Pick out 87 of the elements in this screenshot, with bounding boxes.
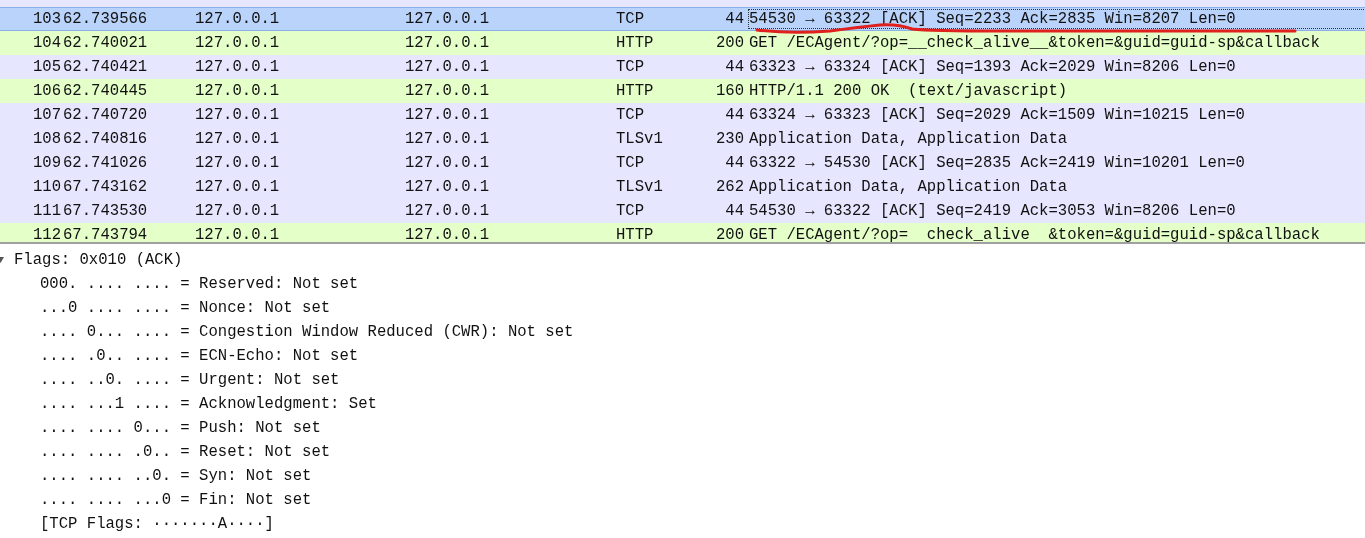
table-cell-text: 62.740021 (62, 34, 149, 52)
tree-item[interactable]: .... .... ..0. = Syn: Not set (0, 464, 1365, 488)
table-cell-text: 44 (724, 58, 745, 76)
table-cell-text: 62.741026 (62, 154, 149, 172)
packet-row[interactable]: 10462.740021 127.0.0.1 127.0.0.1 HTTP 200 GET /ECAgent/?op=__check_alive__&token=&guid=guid-sp&callback (0, 31, 1365, 55)
table-cell-text: 54530 → 63322 [ACK] Seq=2419 Ack=3053 Win=8206 Len=0 (749, 202, 1237, 220)
table-cell-text: 44 (724, 10, 745, 28)
tree-item[interactable]: .... .... .0.. = Reset: Not set (0, 440, 1365, 464)
tree-item[interactable]: .... .... 0... = Push: Not set (0, 416, 1365, 440)
table-cell-text: 160 (714, 82, 745, 100)
packet-row[interactable]: 106 62.740445 127.0.0.1 127.0.0.1 HTTP 160 HTTP/1.1 200 OK (text/javascript) (0, 79, 1365, 103)
table-cell-text: HTTP (616, 82, 655, 100)
packet-row[interactable]: 103 62.739566 127.0.0.1 127.0.0.1 TCP 44 54530 → 63322 [ACK] Seq=2233 Ack=2835 Win=8207 Len=0 (0, 7, 1365, 31)
tree-item[interactable]: .... .0.. .... = ECN-Echo: Not set (0, 344, 1365, 368)
table-cell-text: 62.740421 (62, 58, 149, 76)
table-cell-text: 67.743794 (62, 226, 149, 242)
table-cell-text: 63323 → 63324 [ACK] Seq=1393 Ack=2029 Win=8206 Len=0 (749, 58, 1237, 76)
table-cell-text: TCP (616, 202, 646, 220)
table-cell-text: 127.0.0.1 (195, 10, 281, 28)
table-cell-text: 44 (724, 202, 745, 220)
table-cell-text: 127.0.0.1 (195, 226, 281, 242)
table-cell-text: 104 (31, 34, 62, 52)
table-cell-text: 67.743530 (62, 202, 149, 220)
table-cell-text: 127.0.0.1 (405, 34, 491, 52)
table-cell-text: 62.740445 (62, 82, 149, 100)
table-cell-text: 103 (31, 10, 62, 28)
table-cell-text: 63324 → 63323 [ACK] Seq=2029 Ack=1509 Win=10215 Len=0 (749, 106, 1246, 124)
tree-item[interactable]: ...0 .... .... = Nonce: Not set (0, 296, 1365, 320)
tree-item[interactable]: [TCP Flags: ·······A····] (0, 512, 1365, 536)
tree-item[interactable]: .... ..0. .... = Urgent: Not set (0, 368, 1365, 392)
table-cell-text: 67.743162 (62, 178, 149, 196)
table-cell-text: 44 (724, 106, 745, 124)
table-cell-text: 127.0.0.1 (195, 106, 281, 124)
table-cell-text: GET /ECAgent/?op= check_alive &token=&guid=guid-sp&callback (749, 226, 1321, 242)
table-cell-text: TLSv1 (616, 130, 664, 148)
table-cell-text: 127.0.0.1 (405, 10, 491, 28)
tree-item[interactable]: .... ...1 .... = Acknowledgment: Set (0, 392, 1365, 416)
table-cell-text: 230 (714, 130, 745, 148)
table-cell-text: 127.0.0.1 (405, 130, 491, 148)
tree-item[interactable]: .... .... ...0 = Fin: Not set (0, 488, 1365, 512)
table-cell-text: 127.0.0.1 (195, 178, 281, 196)
table-cell-text: TCP (616, 106, 646, 124)
tree-item[interactable]: 000. .... .... = Reserved: Not set (0, 272, 1365, 296)
table-cell-text: 127.0.0.1 (405, 178, 491, 196)
table-cell-text: 127.0.0.1 (195, 34, 281, 52)
table-cell-text: GET /ECAgent/?op=__check_alive__&token=&guid=guid-sp&callback (749, 34, 1321, 52)
table-cell-text: Application Data, Application Data (749, 178, 1069, 196)
table-cell-text: HTTP (616, 226, 655, 242)
table-cell-text: 62.740720 (62, 106, 149, 124)
table-cell-text: 112 (31, 226, 62, 242)
table-cell-text: 127.0.0.1 (195, 202, 281, 220)
table-cell-text: 62.740816 (62, 130, 149, 148)
table-cell-text: 127.0.0.1 (405, 82, 491, 100)
packet-row[interactable]: 112 67.743794 127.0.0.1 127.0.0.1 HTTP 200 GET /ECAgent/?op= check_alive &token=&guid=guid-sp&callback (0, 223, 1365, 242)
table-cell-text: 127.0.0.1 (195, 130, 281, 148)
table-cell-text: 200 (714, 34, 745, 52)
table-cell-text: 127.0.0.1 (405, 106, 491, 124)
table-cell-text: 127.0.0.1 (405, 58, 491, 76)
table-cell-text: 109 (31, 154, 62, 172)
table-cell-text: 108 (31, 130, 62, 148)
table-cell-text: 107 (31, 106, 62, 124)
table-cell-text: 200 (714, 226, 745, 242)
table-cell-text: 111 (31, 202, 62, 220)
table-cell-text: 105 (31, 58, 62, 76)
table-cell-text: 262 (714, 178, 745, 196)
table-cell-text: 44 (724, 154, 745, 172)
table-cell-text: 127.0.0.1 (405, 226, 491, 242)
tree-item[interactable]: Flags: 0x010 (ACK) (0, 248, 1365, 272)
tree-item[interactable]: .... 0... .... = Congestion Window Reduced (CWR): Not set (0, 320, 1365, 344)
tree-label: Flags: 0x010 (ACK) (14, 251, 183, 269)
table-cell-text: TCP (616, 58, 646, 76)
table-cell-text: 106 (31, 82, 62, 100)
table-cell-text: TLSv1 (616, 178, 664, 196)
table-cell-text: 110 (31, 178, 62, 196)
table-cell-text: 127.0.0.1 (405, 154, 491, 172)
table-cell-text: 62.739566 (62, 10, 149, 28)
table-cell-text: Application Data, Application Data (749, 130, 1069, 148)
table-cell-text: 63322 → 54530 [ACK] Seq=2835 Ack=2419 Win=10201 Len=0 (749, 154, 1246, 172)
table-cell: 54530 → 63322 [ACK] Seq=2233 Ack=2835 Win=8207 Len=0 (749, 10, 1365, 28)
table-cell-text: 127.0.0.1 (195, 82, 281, 100)
table-cell-text: HTTP/1.1 200 OK (text/javascript) (749, 82, 1069, 100)
table-cell-text: HTTP (616, 34, 655, 52)
table-cell-text: TCP (616, 10, 646, 28)
table-cell-text: TCP (616, 154, 646, 172)
table-cell-text: 127.0.0.1 (195, 154, 281, 172)
table-cell-text: 127.0.0.1 (405, 202, 491, 220)
table-cell-text: 127.0.0.1 (195, 58, 281, 76)
